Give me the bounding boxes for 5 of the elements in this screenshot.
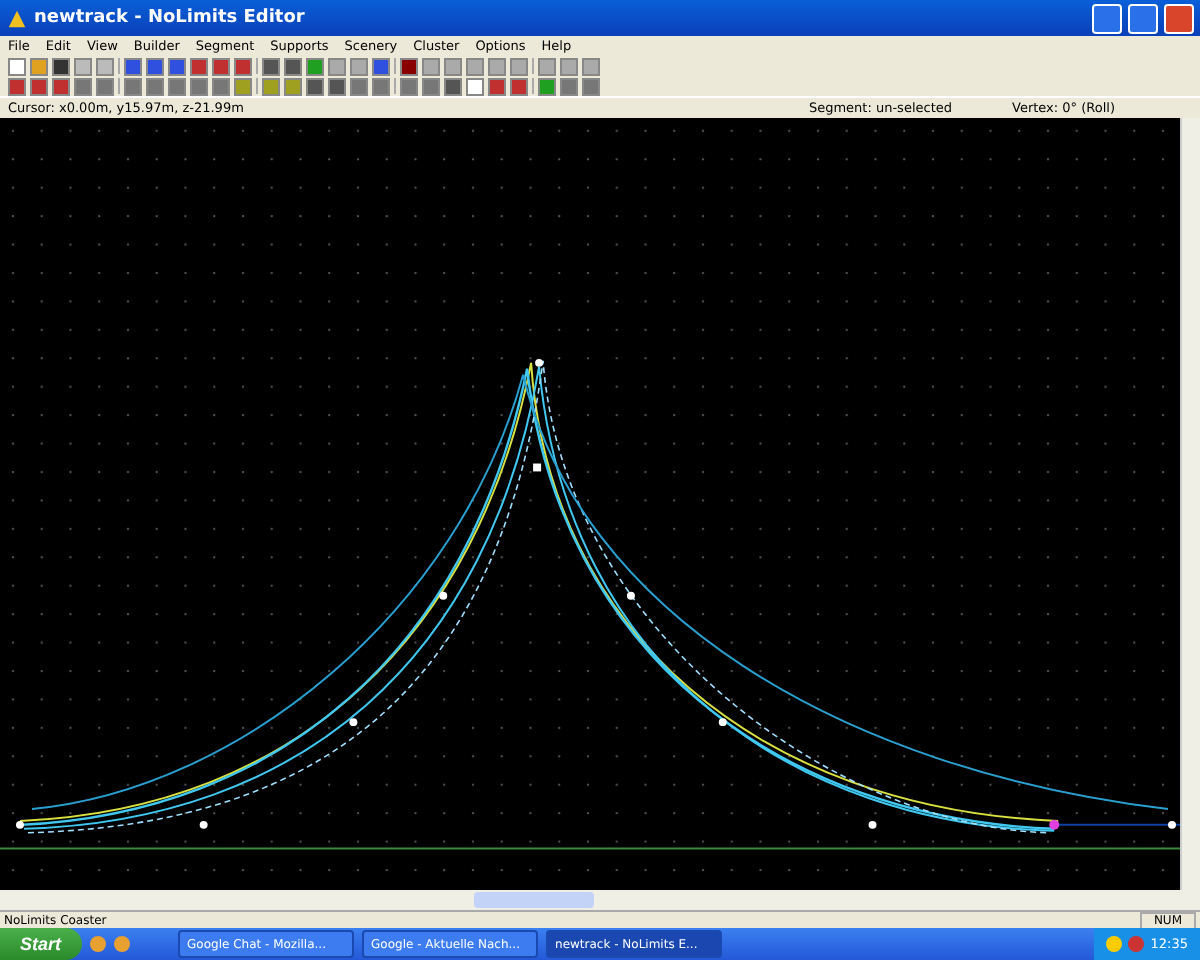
app-icon (6, 7, 28, 29)
start-button[interactable]: Start (0, 928, 82, 960)
horizontal-scrollbar[interactable] (0, 890, 1200, 910)
vertical-scrollbar[interactable] (1180, 118, 1200, 890)
window-title: newtrack - NoLimits Editor (34, 8, 307, 28)
